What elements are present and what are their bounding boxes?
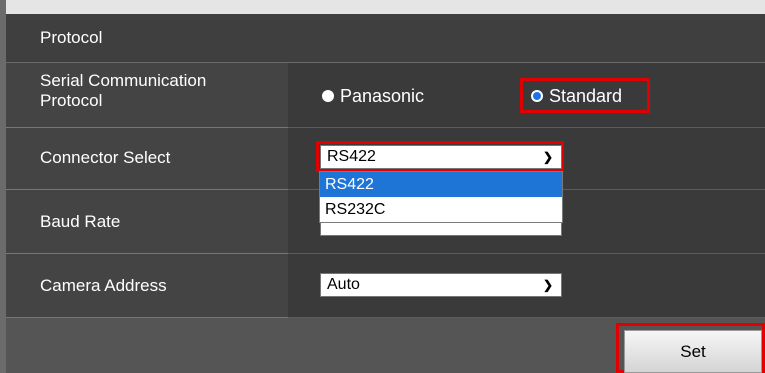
radio-panasonic-label: Panasonic	[340, 85, 425, 106]
connector-select[interactable]: RS422 ❯	[320, 145, 562, 169]
address-select[interactable]: Auto ❯	[320, 273, 562, 297]
section-title: Protocol	[40, 28, 103, 47]
serial-protocol-label-line2: Protocol	[40, 91, 103, 110]
radio-panasonic[interactable]: Panasonic	[322, 86, 424, 106]
radio-panasonic-dot[interactable]	[322, 90, 334, 102]
chevron-down-icon: ❯	[542, 150, 553, 164]
address-label: Camera Address	[40, 276, 167, 295]
radio-standard-dot[interactable]	[531, 90, 543, 102]
top-border	[0, 0, 765, 14]
settings-window: Protocol Serial Communication Protocol P…	[0, 0, 765, 373]
radio-standard-label: Standard	[549, 85, 623, 106]
section-header: Protocol	[6, 14, 765, 63]
baud-label: Baud Rate	[40, 212, 121, 231]
dropdown-option-rs422[interactable]: RS422	[320, 172, 562, 197]
set-button[interactable]: Set	[624, 330, 762, 373]
connector-select-value: RS422	[327, 148, 376, 165]
serial-protocol-label: Serial Communication Protocol	[40, 71, 206, 111]
address-label-cell: Camera Address	[6, 254, 288, 318]
address-select-value: Auto	[327, 276, 360, 293]
baud-label-cell: Baud Rate	[6, 190, 288, 254]
connector-label: Connector Select	[40, 148, 171, 167]
serial-protocol-label-line1: Serial Communication	[40, 71, 207, 90]
dropdown-option-rs232c[interactable]: RS232C	[320, 197, 562, 222]
connector-label-cell: Connector Select	[6, 128, 288, 190]
chevron-down-icon: ❯	[542, 278, 553, 292]
serial-protocol-label-cell: Serial Communication Protocol	[6, 63, 288, 128]
connector-dropdown-list: RS422 RS232C	[319, 171, 563, 223]
radio-standard[interactable]: Standard	[531, 86, 622, 106]
